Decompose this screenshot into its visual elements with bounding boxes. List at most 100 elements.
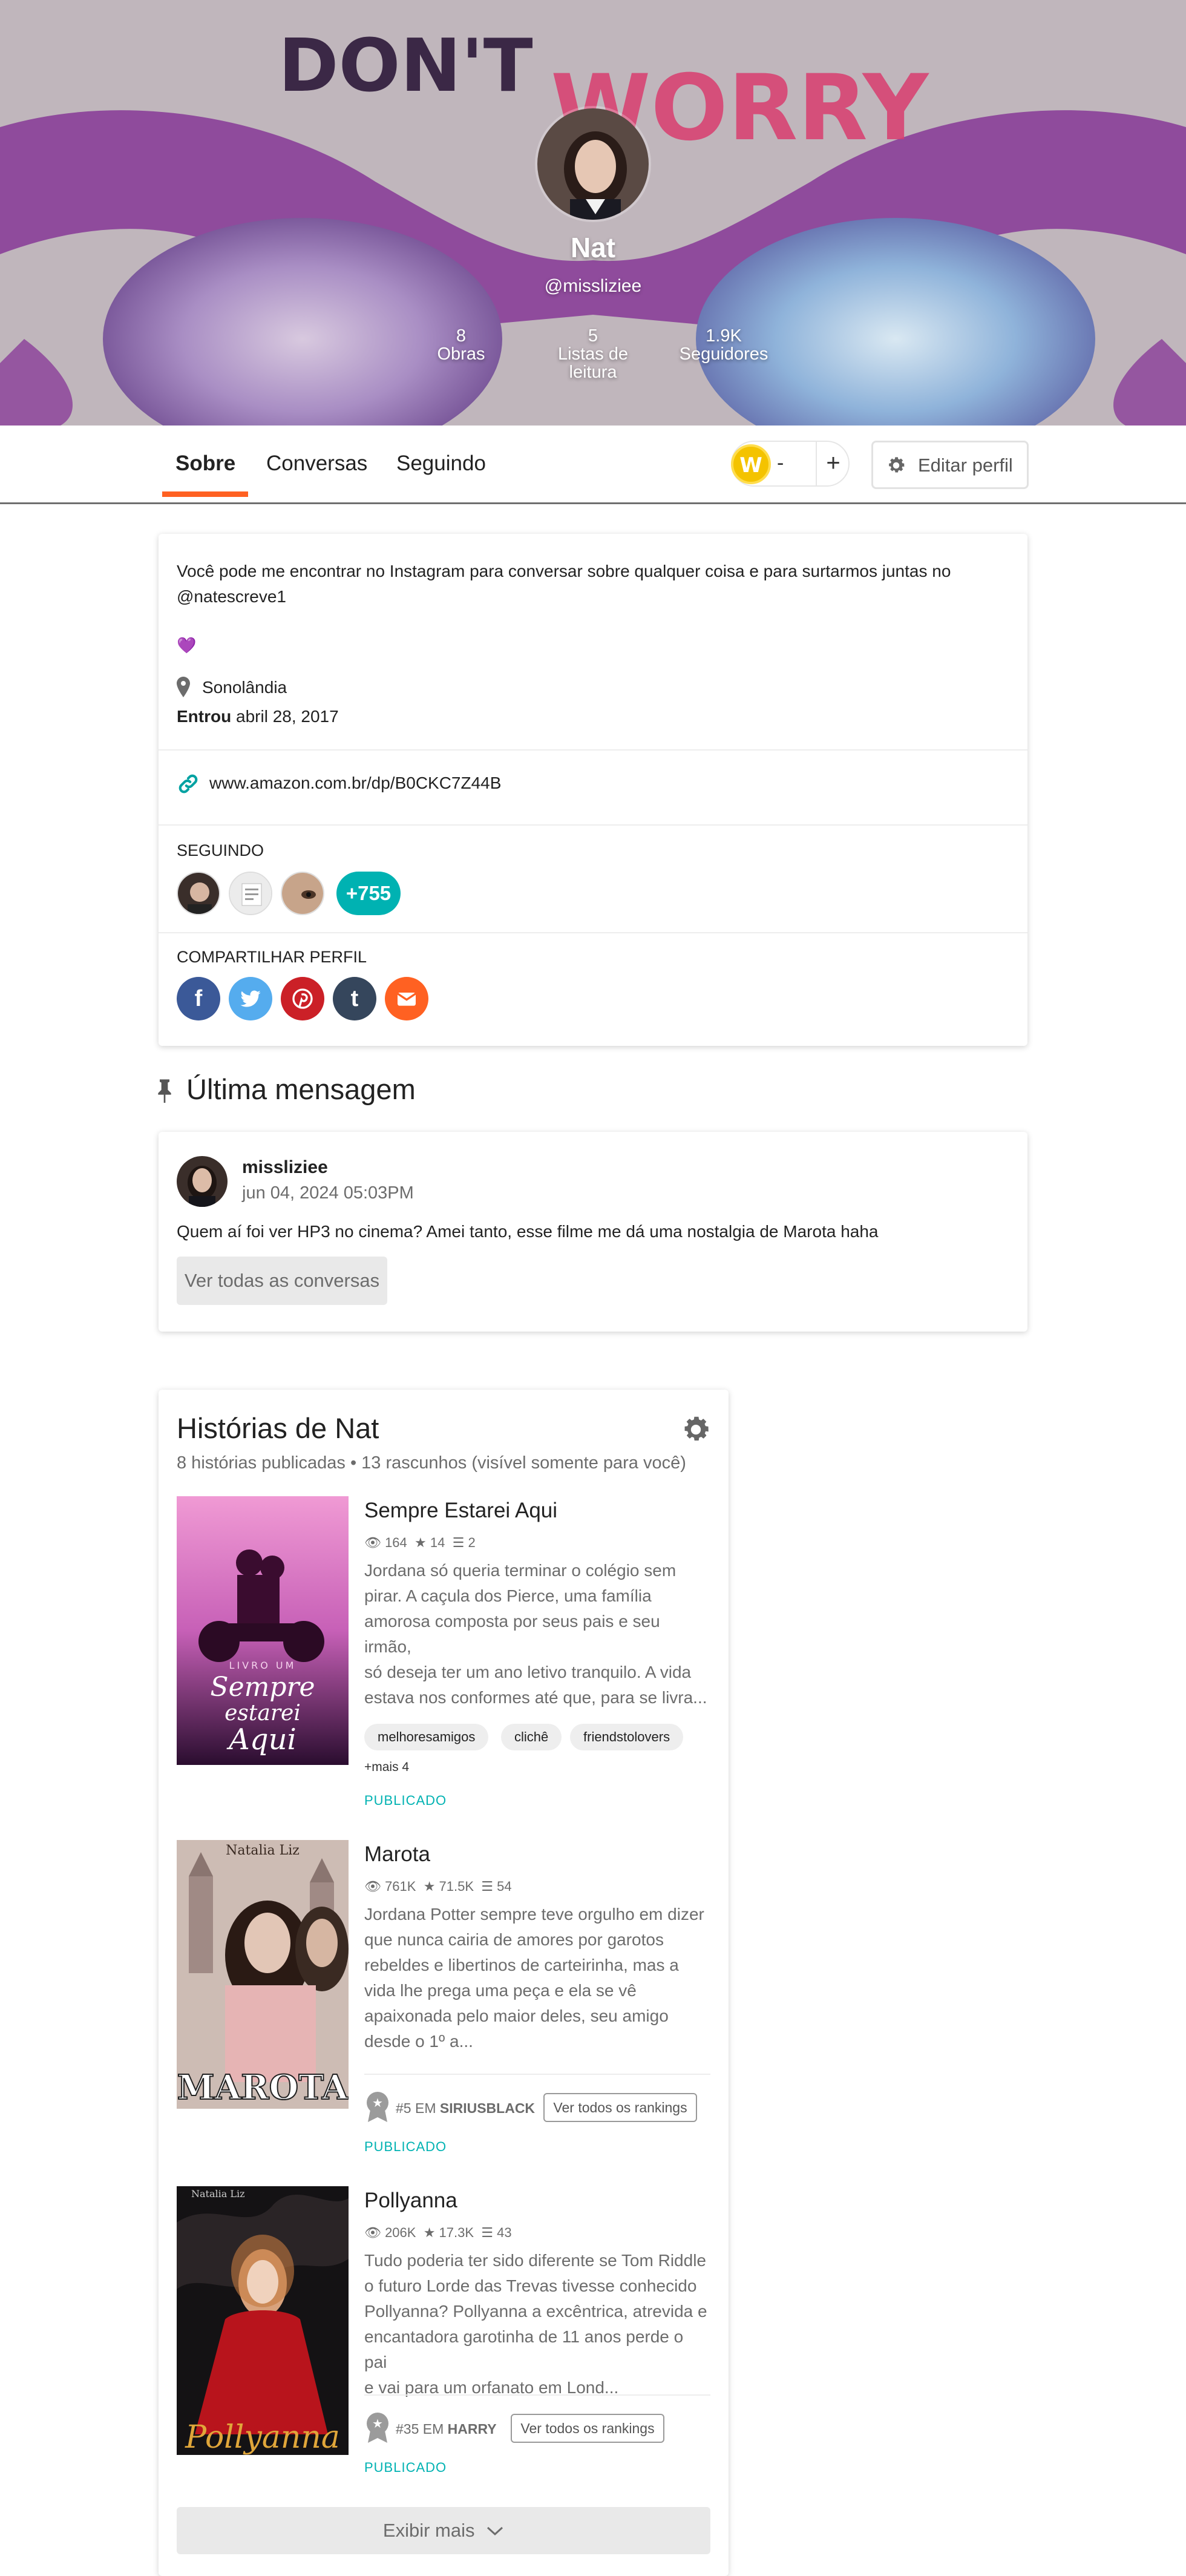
- stat-works[interactable]: 8 Obras: [395, 327, 528, 363]
- following-avatar[interactable]: [229, 872, 272, 915]
- cover-title-line: Sempre: [210, 1672, 315, 1703]
- ranking-tag: HARRY: [447, 2421, 497, 2437]
- story-description: Tudo poderia ter sido diferente se Tom R…: [364, 2248, 710, 2400]
- tumblr-icon[interactable]: t: [333, 977, 376, 1020]
- stories-title: Histórias de Nat: [177, 1412, 379, 1444]
- list-icon: ☰: [452, 1535, 465, 1550]
- story-description: Jordana só queria terminar o colégio sem…: [364, 1558, 710, 1710]
- star-icon: ★: [414, 1535, 427, 1550]
- svg-text:★: ★: [372, 2097, 383, 2110]
- following-title: SEGUINDO: [177, 841, 264, 859]
- pinterest-icon[interactable]: [281, 977, 324, 1020]
- list-icon: ☰: [481, 1879, 494, 1894]
- show-more-button[interactable]: Exibir mais: [177, 2507, 710, 2554]
- story-divider: [364, 2074, 710, 2075]
- desc-line: Jordana só queria terminar o colégio sem: [364, 1561, 677, 1580]
- see-all-rankings-button[interactable]: Ver todos os rankings: [543, 2093, 697, 2122]
- facebook-icon[interactable]: f: [177, 977, 220, 1020]
- bio-line-2: @natescreve1: [177, 587, 286, 606]
- twitter-icon[interactable]: [229, 977, 272, 1020]
- following-more-badge[interactable]: +755: [336, 872, 401, 915]
- tab-about[interactable]: Sobre: [175, 452, 235, 476]
- pin-icon: [158, 1079, 171, 1103]
- message-author[interactable]: missliziee: [242, 1155, 328, 1180]
- stories-settings-gear-icon[interactable]: [679, 1413, 713, 1447]
- ranking-text: #5 EM SIRIUSBLACK: [396, 2100, 535, 2117]
- ranking-badge-icon: ★: [367, 2092, 388, 2122]
- cover-author: Natalia Liz: [226, 1843, 300, 1858]
- list-icon: ☰: [481, 2225, 494, 2240]
- more-tags-link[interactable]: +mais 4: [364, 1760, 409, 1775]
- eye-icon: 👁: [364, 1879, 381, 1894]
- desc-line: só deseja ter um ano letivo tranquilo. A…: [364, 1663, 692, 1681]
- desc-line: rebeldes e libertinos de carteirinha, ma…: [364, 1956, 679, 1974]
- parts-count: 54: [497, 1879, 512, 1894]
- edit-profile-button[interactable]: Editar perfil: [871, 441, 1029, 489]
- stories-subtitle: 8 histórias publicadas • 13 rascunhos (v…: [177, 1453, 686, 1473]
- story-stats: 👁 164 ★ 14 ☰ 2: [364, 1535, 476, 1551]
- message-author-avatar[interactable]: [177, 1156, 228, 1207]
- story-tag[interactable]: clichê: [501, 1724, 562, 1750]
- following-avatar[interactable]: [281, 872, 324, 915]
- votes-count: 71.5K: [439, 1879, 474, 1894]
- header-art-word1: DON'T: [278, 24, 533, 108]
- message-date: jun 04, 2024 05:03PM: [242, 1183, 414, 1203]
- joined-date: abril 28, 2017: [236, 707, 339, 726]
- desc-line: que nunca cairia de amores por garotos: [364, 1930, 664, 1949]
- chevron-down-icon: [487, 2526, 503, 2536]
- tab-conversations[interactable]: Conversas: [266, 452, 367, 476]
- desc-line: estava nos conformes até que, para se li…: [364, 1688, 707, 1707]
- story-cover[interactable]: Natalia Liz Pollyanna: [177, 2186, 349, 2455]
- desc-line: amorosa composta por seus pais e seu irm…: [364, 1612, 660, 1656]
- parts-count: 43: [497, 2225, 512, 2240]
- story-status: PUBLICADO: [364, 2460, 447, 2475]
- share-title: COMPARTILHAR PERFIL: [177, 948, 367, 966]
- email-icon[interactable]: [385, 977, 428, 1020]
- ranking-position: #35 EM: [396, 2421, 444, 2437]
- profile-handle: @missliziee: [544, 276, 642, 296]
- stat-followers-label: Seguidores: [679, 344, 768, 364]
- about-divider: [159, 749, 1027, 751]
- story-tag[interactable]: friendstolovers: [570, 1724, 684, 1750]
- votes-count: 17.3K: [439, 2225, 474, 2240]
- coin-icon: W: [731, 444, 771, 484]
- svg-text:★: ★: [372, 2417, 383, 2431]
- stat-reading-lists[interactable]: 5 Listas de leitura: [526, 327, 660, 381]
- see-all-conversations-button[interactable]: Ver todas as conversas: [177, 1257, 387, 1305]
- joined-label: Entrou: [177, 707, 232, 726]
- stat-works-label: Obras: [437, 344, 485, 364]
- story-status: PUBLICADO: [364, 1793, 447, 1808]
- story-divider: [364, 2394, 710, 2396]
- story-title[interactable]: Pollyanna: [364, 2189, 457, 2213]
- reads-count: 164: [385, 1535, 407, 1550]
- story-title[interactable]: Sempre Estarei Aqui: [364, 1499, 557, 1523]
- desc-line: e vai para um orfanato em Lond...: [364, 2378, 619, 2397]
- story-description: Jordana Potter sempre teve orgulho em di…: [364, 1902, 710, 2054]
- stat-followers[interactable]: 1.9K Seguidores: [657, 327, 790, 363]
- stat-reading-lists-value: 5: [588, 326, 598, 346]
- edit-profile-label: Editar perfil: [918, 455, 1013, 476]
- votes-count: 14: [430, 1535, 445, 1550]
- external-link[interactable]: www.amazon.com.br/dp/B0CKC7Z44B: [209, 770, 501, 796]
- desc-line: pirar. A caçula dos Pierce, uma família: [364, 1586, 652, 1605]
- gear-icon: [889, 457, 905, 473]
- cover-author: Natalia Liz: [191, 2188, 245, 2200]
- cover-title-line: Aqui: [226, 1723, 296, 1756]
- ranking-tag: SIRIUSBLACK: [439, 2100, 536, 2116]
- profile-name: Nat: [570, 232, 616, 263]
- tab-following[interactable]: Seguindo: [396, 452, 486, 476]
- story-cover[interactable]: LIVRO UM Sempre estarei Aqui: [177, 1496, 349, 1765]
- story-tag[interactable]: melhoresamigos: [364, 1724, 489, 1750]
- parts-count: 2: [468, 1535, 476, 1550]
- story-cover[interactable]: Natalia Liz MAROTA: [177, 1840, 349, 2109]
- buy-coins-button[interactable]: +: [816, 441, 850, 487]
- stat-works-value: 8: [456, 326, 467, 346]
- cover-top-text: LIVRO UM: [229, 1660, 296, 1671]
- eye-icon: 👁: [364, 2225, 381, 2240]
- story-title[interactable]: Marota: [364, 1842, 430, 1867]
- ranking-badge-icon: ★: [367, 2413, 388, 2443]
- ranking-text: #35 EM HARRY: [396, 2421, 497, 2437]
- see-all-rankings-button[interactable]: Ver todos os rankings: [511, 2414, 664, 2443]
- desc-line: Tudo poderia ter sido diferente se Tom R…: [364, 2251, 706, 2270]
- following-avatar[interactable]: [177, 872, 220, 915]
